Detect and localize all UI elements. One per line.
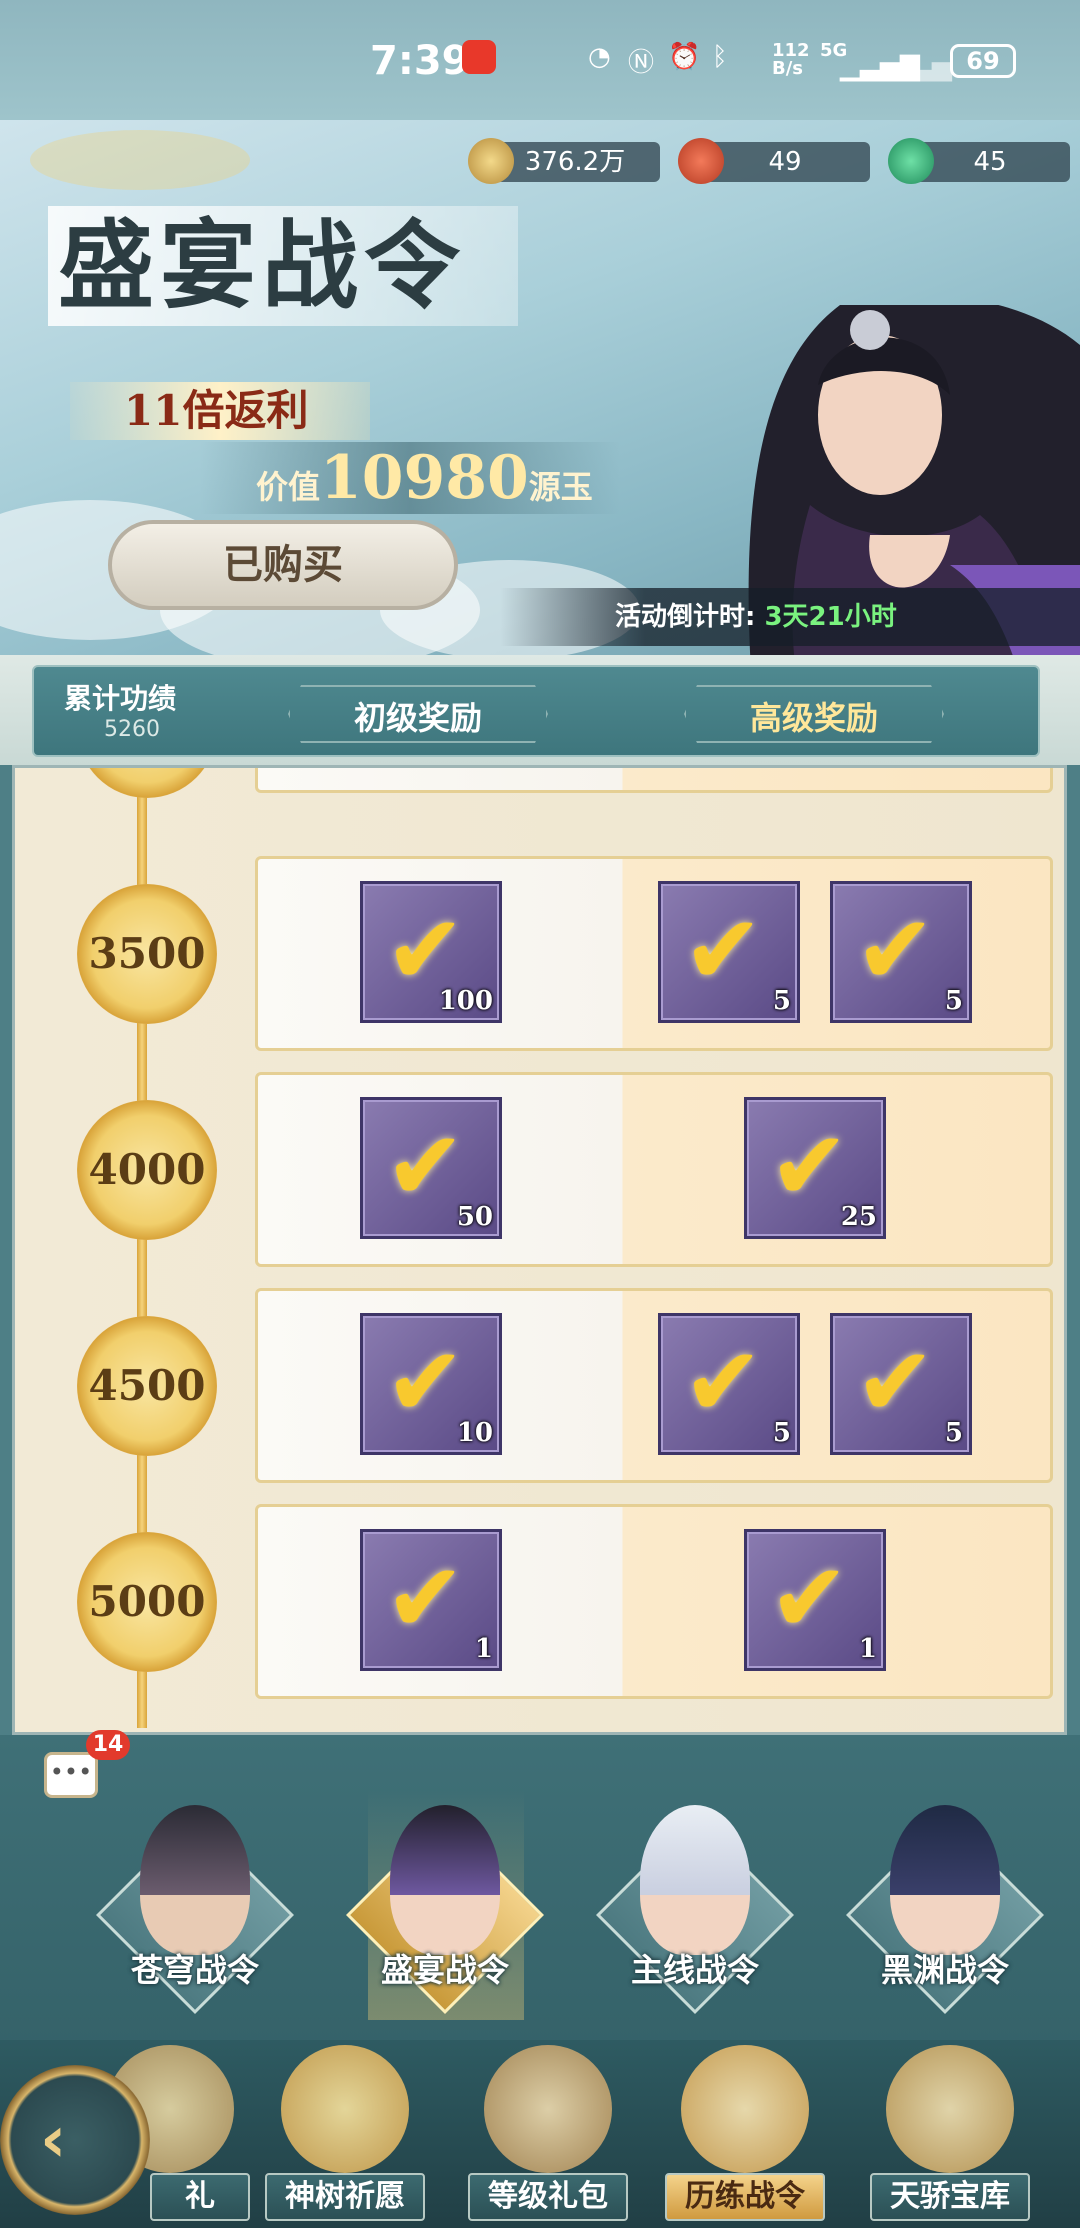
avatar bbox=[890, 1805, 1000, 1955]
nfc-icon: Ⓝ bbox=[628, 48, 655, 78]
potion-icon[interactable]: ✔ 100 bbox=[360, 881, 502, 1023]
reward-row: ✔ 50 ✔ 25 bbox=[255, 1072, 1053, 1267]
status-bar: 7:39 ◔ Ⓝ ⏰ ᛒ 112 B/s 5G ▁▃▅▇ ▁▃▅ 69 bbox=[0, 0, 1080, 120]
back-arrow-icon: ‹ bbox=[40, 2103, 67, 2177]
reward-header: 累计功绩 5260 初级奖励 高级奖励 bbox=[0, 655, 1080, 765]
nav-tree-wish[interactable]: 神树祈愿 bbox=[265, 2045, 425, 2225]
pass-tab-heiyuan[interactable]: 黑渊战令 bbox=[845, 1805, 1045, 2014]
event-title: 盛宴战令 bbox=[48, 206, 518, 326]
battery-icon: 69 bbox=[950, 44, 1016, 78]
check-icon: ✔ bbox=[385, 1110, 466, 1222]
red-gem-value: 49 bbox=[768, 147, 802, 177]
check-icon: ✔ bbox=[385, 894, 466, 1006]
check-icon: ✔ bbox=[683, 894, 764, 1006]
value-prefix: 价值 bbox=[256, 468, 321, 506]
net-speed: 112 B/s bbox=[772, 40, 810, 79]
level-medal: 4000 bbox=[77, 1100, 217, 1240]
chest-icon[interactable]: ✔ 1 bbox=[360, 1529, 502, 1671]
pass-tab-zhuxian[interactable]: 主线战令 bbox=[595, 1805, 795, 2014]
red-gem-icon bbox=[678, 138, 724, 184]
green-gem-icon bbox=[888, 138, 934, 184]
value-label: 价值10980源玉 bbox=[200, 442, 620, 514]
reward-row: ✔ 1 ✔ 1 bbox=[255, 1504, 1053, 1699]
signal-2-icon: ▁▃▅ bbox=[892, 52, 952, 82]
pass-tab-shengyan[interactable]: 盛宴战令 bbox=[345, 1805, 545, 2014]
reward-row: ✔ 100 ✔ 5 ✔ 5 bbox=[255, 856, 1053, 1051]
alarm-icon: ⏰ bbox=[668, 42, 701, 72]
check-icon: ✔ bbox=[385, 1542, 466, 1654]
token-icon bbox=[681, 2045, 809, 2173]
clock: 7:39 bbox=[370, 38, 470, 84]
resource-green-gem[interactable]: 45 bbox=[888, 138, 1070, 184]
nav-trial-pass[interactable]: 历练战令 bbox=[665, 2045, 825, 2225]
check-icon: ✔ bbox=[855, 894, 936, 1006]
avatar bbox=[390, 1805, 500, 1955]
tab-basic-rewards[interactable]: 初级奖励 bbox=[288, 693, 548, 739]
reward-row: ✔ 10 ✔ 5 ✔ 5 bbox=[255, 1288, 1053, 1483]
reward-row-partial bbox=[255, 768, 1053, 793]
purchased-button[interactable]: 已购买 bbox=[108, 520, 458, 610]
check-icon: ✔ bbox=[769, 1110, 850, 1222]
merit-value: 5260 bbox=[104, 717, 160, 742]
pass-tab-cangqiong[interactable]: 苍穹战令 bbox=[95, 1805, 295, 2014]
orb-icon[interactable]: ✔ 10 bbox=[360, 1313, 502, 1455]
weibo-icon bbox=[462, 40, 496, 74]
avatar bbox=[640, 1805, 750, 1955]
bluetooth-icon: ᛒ bbox=[712, 42, 728, 72]
resource-red-gem[interactable]: 49 bbox=[678, 138, 870, 184]
reward-list[interactable]: 3500 ✔ 100 ✔ 5 ✔ 5 4000 ✔ 50 ✔ 25 4500 ✔ 10 ✔ 5… bbox=[12, 765, 1067, 1735]
coin-icon bbox=[468, 138, 514, 184]
nav-level-gift[interactable]: 等级礼包 bbox=[468, 2045, 628, 2225]
fish-icon[interactable]: ✔ 5 bbox=[658, 881, 800, 1023]
green-gem-value: 45 bbox=[973, 147, 1007, 177]
tree-icon bbox=[281, 2045, 409, 2173]
rebate-label: 11倍返利 bbox=[70, 382, 370, 440]
chest-icon[interactable]: ✔ 1 bbox=[744, 1529, 886, 1671]
value-amount: 10980 bbox=[320, 443, 529, 513]
back-button[interactable]: ‹ bbox=[0, 2065, 150, 2215]
countdown-label: 活动倒计时: bbox=[615, 602, 756, 632]
nav-treasury[interactable]: 天骄宝库 bbox=[870, 2045, 1030, 2225]
chat-badge: 14 bbox=[86, 1730, 130, 1760]
merit-label: 累计功绩 bbox=[64, 682, 177, 715]
bag-icon bbox=[484, 2045, 612, 2173]
avatar bbox=[140, 1805, 250, 1955]
check-icon: ✔ bbox=[683, 1326, 764, 1438]
level-medal: 5000 bbox=[77, 1532, 217, 1672]
meat-icon[interactable]: ✔ 5 bbox=[658, 1313, 800, 1455]
cloth-icon[interactable]: ✔ 5 bbox=[830, 1313, 972, 1455]
resource-coin[interactable]: 376.2万 bbox=[468, 138, 660, 184]
level-medal: 3500 bbox=[77, 884, 217, 1024]
pepper-icon[interactable]: ✔ 5 bbox=[830, 881, 972, 1023]
value-suffix: 源玉 bbox=[528, 468, 593, 506]
speedometer-icon: ◔ bbox=[588, 42, 611, 72]
pavilion-icon bbox=[886, 2045, 1014, 2173]
level-medal: 4500 bbox=[77, 1316, 217, 1456]
coin-value: 376.2万 bbox=[524, 147, 626, 177]
chat-icon[interactable]: ••• bbox=[44, 1752, 98, 1798]
seed-icon[interactable]: ✔ 25 bbox=[744, 1097, 886, 1239]
check-icon: ✔ bbox=[855, 1326, 936, 1438]
check-icon: ✔ bbox=[769, 1542, 850, 1654]
tab-advanced-rewards[interactable]: 高级奖励 bbox=[684, 693, 944, 739]
crystal-icon[interactable]: ✔ 50 bbox=[360, 1097, 502, 1239]
check-icon: ✔ bbox=[385, 1326, 466, 1438]
countdown-value: 3天21小时 bbox=[764, 602, 897, 632]
countdown: 活动倒计时: 3天21小时 bbox=[500, 588, 1080, 646]
